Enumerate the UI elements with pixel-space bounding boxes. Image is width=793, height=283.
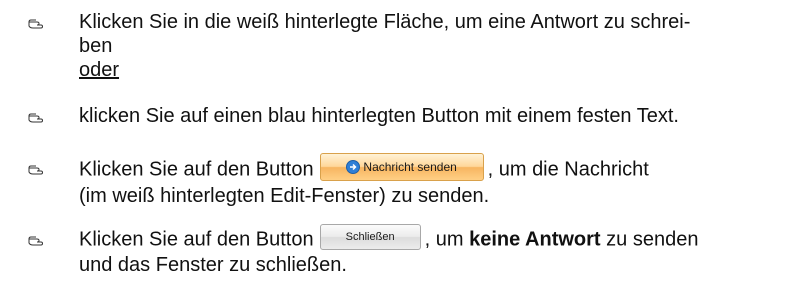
- send-button-label: Nachricht senden: [363, 160, 457, 174]
- instruction-text-continued: ben: [79, 35, 113, 57]
- conjunction-or: oder: [79, 59, 120, 81]
- instruction-text: Klicken Sie in die weiß hinterlegte Fläc…: [79, 11, 691, 33]
- emphasis-no-reply: keine Antwort: [469, 228, 601, 251]
- instruction-text-after: , um die Nachricht: [487, 158, 649, 181]
- close-button[interactable]: Schließen: [319, 224, 421, 250]
- pointing-hand-icon: [28, 14, 44, 29]
- instruction-text-continued: und das Fenster zu schließen.: [79, 254, 347, 276]
- close-button-label: Schließen: [345, 231, 395, 243]
- instruction-text-after: , um: [424, 228, 464, 251]
- blue-arrow-circle-icon: [346, 159, 361, 174]
- instruction-text: Klicken Sie auf den Button: [79, 228, 314, 251]
- pointing-hand-icon: [28, 231, 44, 246]
- pointing-hand-icon: [28, 160, 44, 175]
- pointing-hand-icon: [28, 108, 44, 123]
- instruction-text-after-suffix: zu senden: [606, 228, 699, 251]
- instruction-text: Klicken Sie auf den Button: [79, 158, 314, 181]
- instruction-text-continued: (im weiß hinterlegten Edit-Fenster) zu s…: [79, 185, 490, 207]
- instruction-text: klicken Sie auf einen blau hinterlegten …: [79, 105, 679, 127]
- send-message-button[interactable]: Nachricht senden: [319, 153, 484, 181]
